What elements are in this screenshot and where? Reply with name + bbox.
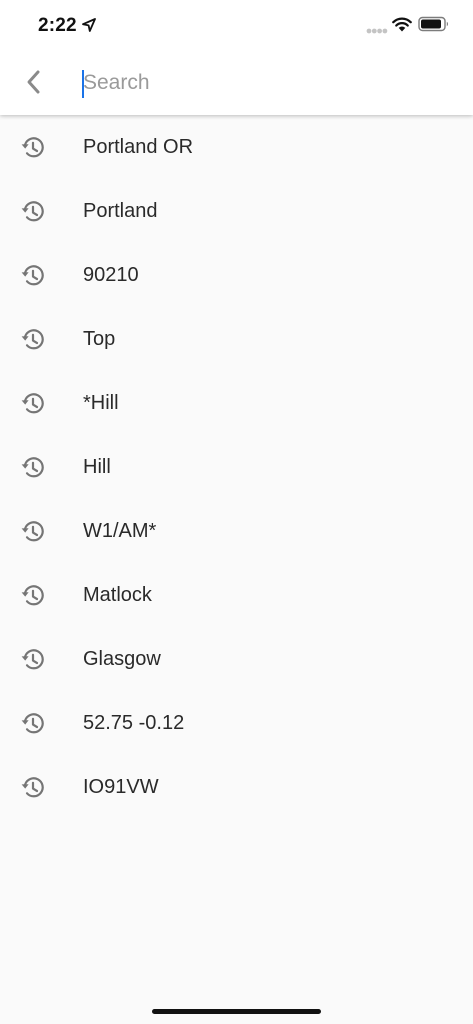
history-item[interactable]: Portland OR [0, 115, 473, 179]
history-item-label: Portland [83, 200, 158, 222]
history-item[interactable]: *Hill [0, 371, 473, 435]
history-item[interactable]: Matlock [0, 563, 473, 627]
history-item-label: W1/AM* [83, 520, 157, 542]
location-arrow-icon [82, 18, 96, 32]
status-bar: 2:22 [0, 0, 473, 50]
history-icon [21, 649, 44, 670]
history-icon [21, 329, 44, 350]
history-item-label: Portland OR [83, 136, 194, 158]
history-item-label: 90210 [83, 264, 139, 286]
history-icon [21, 201, 44, 222]
history-item[interactable]: W1/AM* [0, 499, 473, 563]
history-item-label: IO91VW [83, 776, 159, 798]
history-item-label: Hill [83, 456, 111, 478]
wifi-icon [392, 17, 412, 32]
history-icon [21, 457, 44, 478]
history-item[interactable]: Hill [0, 435, 473, 499]
history-icon [21, 521, 44, 542]
home-indicator[interactable] [152, 1009, 321, 1014]
chevron-left-icon [27, 70, 40, 94]
history-item-label: Matlock [83, 584, 152, 606]
app-header: 2:22 [0, 0, 473, 115]
cellular-signal-icon [366, 28, 388, 34]
history-icon [21, 137, 44, 158]
history-item[interactable]: 90210 [0, 243, 473, 307]
history-item-label: Top [83, 328, 116, 350]
history-icon [21, 585, 44, 606]
history-item[interactable]: Glasgow [0, 627, 473, 691]
search-bar [0, 50, 473, 115]
battery-icon [418, 16, 449, 32]
history-item[interactable]: 52.75 -0.12 [0, 691, 473, 755]
history-item-label: *Hill [83, 392, 119, 414]
back-button[interactable] [14, 62, 54, 102]
history-item[interactable]: Portland [0, 179, 473, 243]
history-item[interactable]: Top [0, 307, 473, 371]
search-input[interactable] [83, 64, 453, 102]
history-icon [21, 393, 44, 414]
history-item-label: Glasgow [83, 648, 161, 670]
status-time: 2:22 [38, 15, 77, 36]
history-item[interactable]: IO91VW [0, 755, 473, 819]
history-icon [21, 777, 44, 798]
search-history-list: Portland OR Portland 90210 Top *Hill Hill W1/A… [0, 115, 473, 819]
history-icon [21, 265, 44, 286]
history-item-label: 52.75 -0.12 [83, 712, 185, 734]
history-icon [21, 713, 44, 734]
